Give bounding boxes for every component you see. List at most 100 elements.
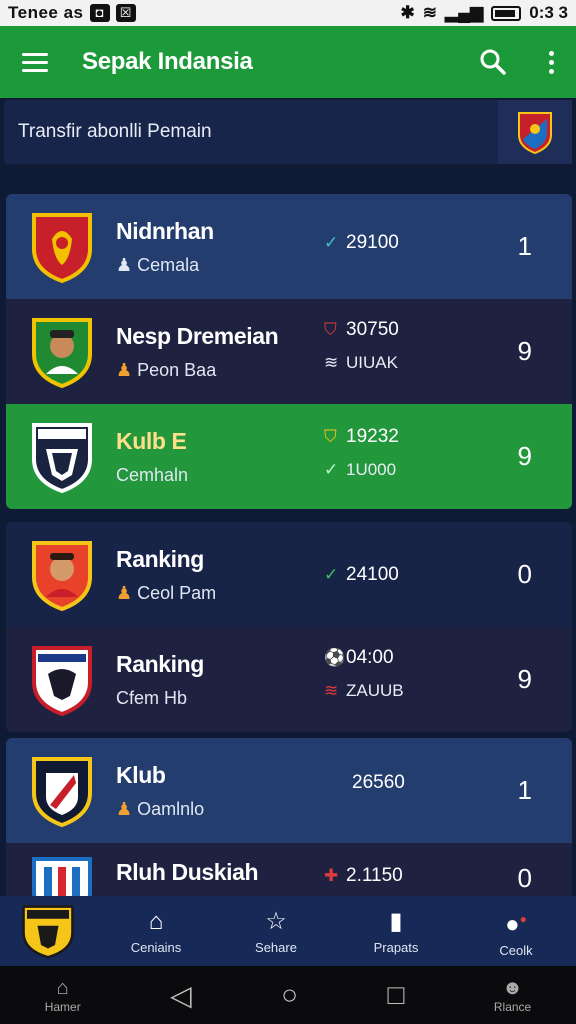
club-subtitle: Oamlnlo — [137, 798, 205, 819]
league-crest-icon — [518, 112, 552, 155]
transfer-search-bar[interactable]: Transfir abonlli Pemain — [4, 100, 572, 164]
person-icon: ♟ — [116, 582, 138, 603]
back-button[interactable]: ◁ — [170, 979, 192, 1012]
person-icon: ♟ — [116, 359, 138, 380]
ball-icon: ⚽ — [324, 648, 346, 667]
bottom-navigation: ⌂ Ceniains ☆ Sehare ▮ Prapats ●● Ceolk — [0, 896, 576, 966]
house-icon: ⌂ — [56, 976, 69, 999]
club-points: 26560 — [352, 772, 405, 793]
list-item[interactable]: Klub ♟ Oamlnlo 26560 1 — [6, 738, 572, 843]
person-icon: ♟ — [116, 254, 138, 275]
person-icon: ☻ — [502, 976, 524, 999]
club-rank: 9 — [517, 336, 532, 366]
club-crest-icon — [22, 905, 74, 959]
ranking-card-2: Ranking ♟ Ceol Pam ✓ 24100 0 Ranking Cfem… — [6, 522, 572, 732]
club-points: 24100 — [346, 564, 399, 585]
club-subtitle: Cemala — [137, 254, 200, 275]
check-icon: ✓ — [324, 460, 339, 479]
ranking-card-3: Klub ♟ Oamlnlo 26560 1 Rluh Duskiah ✚ 2.1… — [6, 738, 572, 907]
check-icon: ✓ — [324, 233, 339, 252]
shield-icon: ⛉ — [324, 320, 337, 339]
club-points: 2.1150 — [346, 865, 403, 886]
nav-item-club[interactable] — [0, 896, 96, 966]
menu-icon[interactable] — [22, 52, 48, 72]
person-icon: ♟ — [116, 798, 138, 819]
shield-icon: ⛉ — [324, 427, 337, 446]
image-icon: ☒ — [115, 4, 136, 22]
notification-icon: ◘ — [89, 4, 110, 22]
list-item[interactable]: Nidnrhan ♟ Cemala ✓ 29100 1 — [6, 194, 572, 299]
club-subtitle: Cemhaln — [116, 464, 189, 485]
club-points: 19232 — [346, 426, 399, 447]
clock-time: 0:3 3 — [529, 3, 568, 22]
nav-item-home[interactable]: ⌂ Ceniains — [96, 896, 216, 966]
club-subtitle: Peon Baa — [137, 359, 217, 380]
carrier-label: Tenee as — [8, 3, 84, 22]
system-home-shortcut[interactable]: ⌂ Hamer — [45, 977, 81, 1014]
club-secondary-stat: 1U000 — [346, 460, 397, 479]
club-subtitle: Cfem Hb — [116, 687, 188, 708]
list-item[interactable]: Ranking ♟ Ceol Pam ✓ 24100 0 — [6, 522, 572, 627]
notification-icon: ●● — [505, 910, 527, 938]
nav-item-trophies[interactable]: ▮ Prapats — [336, 896, 456, 966]
club-rank: 1 — [517, 231, 532, 261]
cross-icon: ✚ — [324, 866, 339, 885]
battery-icon — [491, 5, 522, 21]
more-options-icon[interactable] — [549, 50, 554, 74]
wifi-icon: ≋ — [422, 3, 438, 22]
club-rank: 0 — [517, 863, 532, 893]
club-crest-icon — [32, 422, 92, 493]
club-name: Nidnrhan — [116, 217, 214, 244]
list-item[interactable]: Ranking Cfem Hb ⚽04:00 ≋ ZAUUB 9 — [6, 627, 572, 732]
trophy-icon: ▮ — [389, 907, 403, 935]
club-points: 29100 — [346, 232, 399, 253]
status-bar: Tenee as ◘ ☒ ✱ ≋ ▂▄▆ 0:3 3 — [0, 0, 576, 26]
club-name: Ranking — [116, 545, 204, 572]
book-icon: ≋ — [324, 353, 339, 372]
club-name-extra: E — [171, 427, 187, 454]
transfer-search-text: Transfir abonlli Pemain — [18, 121, 212, 142]
club-name: Rluh Duskiah — [116, 859, 259, 885]
system-navigation-bar: ⌂ Hamer ◁ ○ □ ☻ Rlance — [0, 966, 576, 1024]
player-crest-icon — [32, 540, 92, 611]
club-points: 30750 — [346, 319, 399, 340]
home-button[interactable]: ○ — [281, 979, 298, 1011]
bluetooth-icon: ✱ — [400, 3, 415, 22]
nav-label: Ceolk — [499, 942, 533, 958]
system-right-shortcut[interactable]: ☻ Rlance — [494, 977, 531, 1014]
nav-item-notifications[interactable]: ●● Ceolk — [456, 896, 576, 966]
league-badge[interactable] — [498, 100, 572, 164]
nav-label: Sehare — [255, 939, 297, 955]
recents-button[interactable]: □ — [388, 979, 405, 1011]
nav-label: Prapats — [373, 939, 419, 955]
search-icon[interactable] — [479, 48, 507, 76]
club-rank: 0 — [517, 559, 532, 589]
club-crest-icon — [32, 212, 92, 283]
list-item[interactable]: Nesp Dremeian ♟ Peon Baa ⛉ 30750 ≋ UIUAK 9 — [6, 299, 572, 404]
star-icon: ☆ — [265, 907, 287, 935]
player-crest-icon — [32, 317, 92, 388]
club-name: Klub — [116, 761, 166, 788]
ranking-card-1: Nidnrhan ♟ Cemala ✓ 29100 1 Nesp Dremeian… — [6, 194, 572, 509]
system-right-label: Rlance — [493, 999, 532, 1014]
home-icon: ⌂ — [148, 907, 164, 935]
signal-icon: ▂▄▆ — [445, 3, 484, 22]
nav-item-favorites[interactable]: ☆ Sehare — [216, 896, 336, 966]
club-rank: 1 — [517, 775, 532, 805]
club-points: 04:00 — [346, 647, 394, 668]
check-icon: ✓ — [324, 565, 339, 584]
club-name: Ranking — [116, 650, 204, 677]
list-item-highlighted[interactable]: Kulb E Cemhaln ⛉ 19232 ✓ 1U000 9 — [6, 404, 572, 509]
club-secondary-stat: UIUAK — [346, 353, 398, 372]
club-rank: 9 — [517, 441, 532, 471]
system-left-label: Hamer — [44, 999, 81, 1014]
club-crest-icon — [32, 756, 92, 827]
app-bar: Sepak Indansia — [0, 26, 576, 98]
club-secondary-stat: ZAUUB — [346, 681, 404, 700]
club-name: Kulb — [116, 427, 166, 454]
club-rank: 9 — [517, 664, 532, 694]
club-subtitle: Ceol Pam — [137, 582, 217, 603]
club-name: Nesp Dremeian — [116, 322, 279, 349]
club-crest-icon — [32, 645, 92, 716]
nav-label: Ceniains — [130, 939, 182, 955]
